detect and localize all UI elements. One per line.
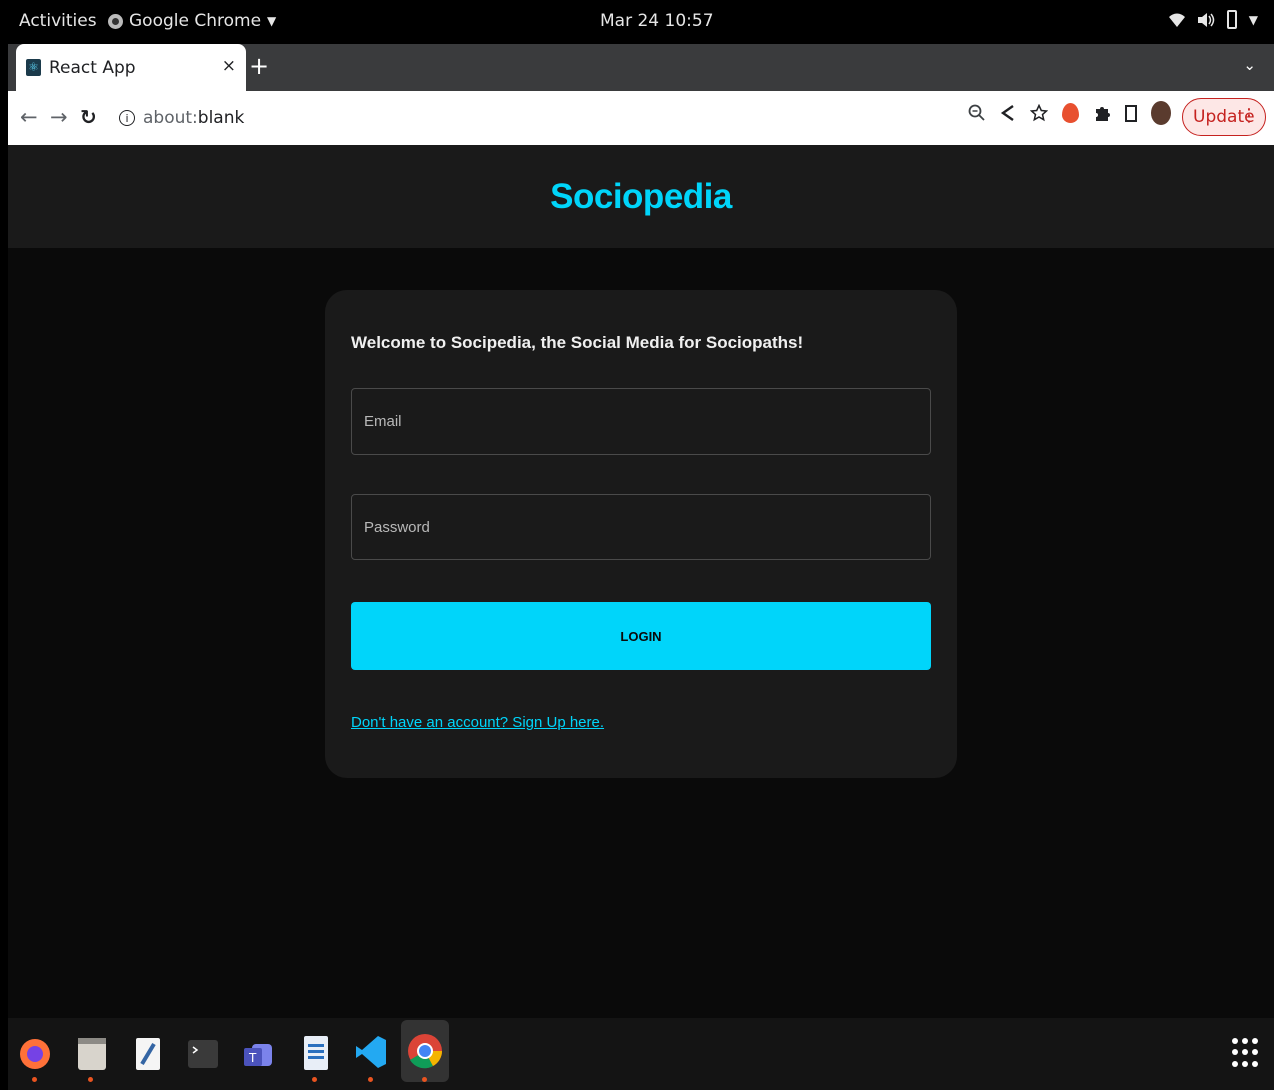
wifi-icon [1168, 13, 1185, 27]
login-card: Welcome to Socipedia, the Social Media f… [325, 290, 957, 778]
url-scheme: about: [143, 108, 198, 128]
activities-button[interactable]: Activities [19, 11, 97, 31]
files-icon [78, 1038, 106, 1070]
update-button[interactable]: Update ⋮ [1182, 98, 1266, 136]
new-tab-button[interactable]: + [248, 52, 270, 80]
firefox-icon [20, 1039, 50, 1069]
web-page: Sociopedia Welcome to Socipedia, the Soc… [8, 145, 1274, 1018]
address-bar[interactable]: i about: blank [113, 98, 1053, 138]
system-menu[interactable]: ▼ [1168, 10, 1258, 29]
running-indicator [32, 1077, 37, 1082]
running-indicator [422, 1077, 427, 1082]
dock-firefox[interactable] [16, 1028, 54, 1082]
app-menu-label: Google Chrome [129, 11, 262, 31]
volume-icon [1197, 12, 1215, 27]
vscode-icon [356, 1036, 386, 1068]
text-editor-icon [136, 1038, 160, 1070]
url-path: blank [197, 108, 245, 128]
brand-logo[interactable]: Sociopedia [550, 177, 732, 217]
login-button[interactable]: LOGIN [351, 602, 931, 670]
bookmark-star-icon[interactable] [1030, 104, 1048, 122]
reload-icon[interactable]: ↻ [80, 105, 97, 129]
svg-text:T: T [248, 1051, 257, 1065]
forward-icon[interactable]: → [50, 105, 68, 129]
running-indicator [368, 1077, 373, 1082]
libreoffice-writer-icon [304, 1036, 328, 1070]
site-header: Sociopedia [8, 145, 1274, 248]
welcome-heading: Welcome to Socipedia, the Social Media f… [351, 333, 804, 352]
chrome-icon [408, 1034, 442, 1069]
browser-toolbar: ← → ↻ i about: blank Update ⋮ [8, 91, 1274, 145]
window-edge [0, 44, 8, 1090]
side-panel-icon[interactable] [1125, 104, 1137, 122]
extension-fire-icon[interactable] [1062, 103, 1079, 123]
share-icon[interactable] [1000, 104, 1016, 122]
tab-close-icon[interactable]: × [222, 56, 236, 76]
tab-title: React App [49, 57, 136, 78]
signup-link[interactable]: Don't have an account? Sign Up here. [351, 714, 604, 731]
dock-writer[interactable] [296, 1028, 334, 1082]
dock-files[interactable] [72, 1028, 110, 1082]
menu-dots-icon[interactable]: ⋮ [1240, 105, 1258, 126]
tab-strip: ⚛ React App × + ⌄ [8, 44, 1274, 91]
password-field[interactable] [351, 494, 931, 560]
dock-vscode[interactable] [352, 1028, 390, 1082]
show-apps-grid-icon[interactable] [1232, 1038, 1258, 1068]
site-info-icon[interactable]: i [119, 110, 135, 126]
extensions-puzzle-icon[interactable] [1093, 104, 1111, 122]
dock-chrome[interactable] [401, 1020, 449, 1082]
toolbar-icons [968, 101, 1171, 125]
tab-react-app[interactable]: ⚛ React App × [16, 44, 246, 91]
system-caret-icon: ▼ [1248, 12, 1258, 27]
teams-icon: T [244, 1044, 272, 1066]
system-top-bar: Activities Google Chrome ▼ Mar 24 10:57 … [0, 0, 1274, 44]
dock: T [8, 1018, 1274, 1090]
clock[interactable]: Mar 24 10:57 [600, 11, 714, 31]
profile-avatar[interactable] [1151, 101, 1171, 125]
email-field[interactable] [351, 388, 931, 455]
caret-down-icon: ▼ [267, 14, 277, 28]
running-indicator [312, 1077, 317, 1082]
back-icon[interactable]: ← [20, 105, 38, 129]
chrome-app-icon [108, 13, 123, 29]
dock-teams[interactable]: T [240, 1028, 278, 1076]
dock-text-editor[interactable] [128, 1028, 166, 1076]
react-favicon-icon: ⚛ [26, 59, 41, 76]
terminal-icon [188, 1040, 218, 1068]
running-indicator [88, 1077, 93, 1082]
tab-search-icon[interactable]: ⌄ [1243, 56, 1256, 74]
battery-icon [1226, 10, 1237, 29]
zoom-icon[interactable] [968, 104, 986, 122]
dock-terminal[interactable] [184, 1028, 222, 1076]
app-menu[interactable]: Google Chrome ▼ [108, 11, 276, 31]
